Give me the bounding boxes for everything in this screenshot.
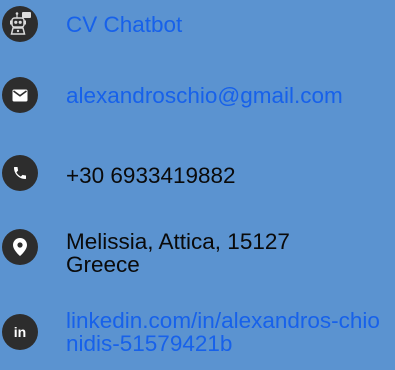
contact-row-email[interactable]: alexandroschio@gmail.com	[0, 74, 395, 114]
email-link[interactable]: alexandroschio@gmail.com	[66, 84, 343, 107]
linkedin-link[interactable]: linkedin.com/in/alexandros-chionidis-515…	[66, 309, 392, 355]
linkedin-icon: in	[2, 314, 38, 350]
chatbot-link[interactable]: CV Chatbot	[66, 13, 182, 36]
phone-icon	[2, 155, 38, 191]
location-pin-icon	[2, 229, 38, 265]
robot-icon	[2, 6, 38, 42]
address-text: Melissia, Attica, 15127 Greece	[66, 229, 290, 277]
contact-row-chatbot[interactable]: CV Chatbot	[0, 3, 395, 43]
phone-number: +30 6933419882	[66, 163, 236, 188]
contact-row-phone: +30 6933419882	[0, 150, 395, 194]
contact-row-location: Melissia, Attica, 15127 Greece	[0, 224, 395, 280]
mail-icon	[2, 77, 38, 113]
contact-row-linkedin[interactable]: in linkedin.com/in/alexandros-chionidis-…	[0, 305, 395, 365]
